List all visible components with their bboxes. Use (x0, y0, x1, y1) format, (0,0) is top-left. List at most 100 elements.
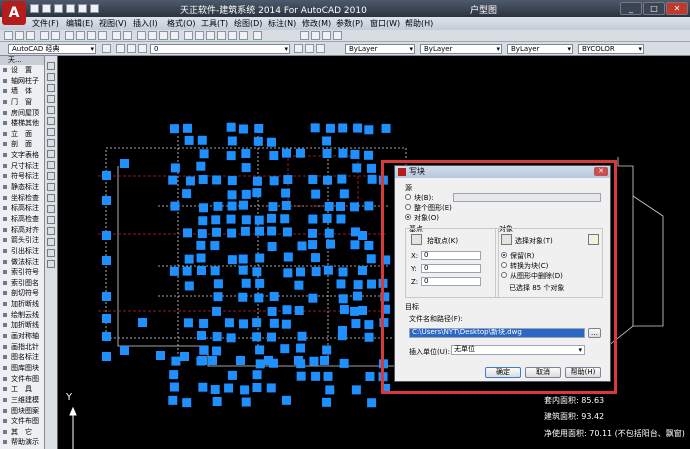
selection-grip[interactable] (283, 252, 293, 262)
menu-window[interactable]: 窗口(W) (370, 18, 400, 29)
selection-grip[interactable] (120, 346, 129, 355)
selection-grip[interactable] (311, 253, 321, 263)
palette-item[interactable]: 剖 面 (0, 139, 44, 150)
palette-item[interactable]: 房间屋顶 (0, 108, 44, 119)
polyline-icon[interactable] (47, 84, 55, 92)
selection-grip[interactable] (226, 333, 236, 343)
selection-grip[interactable] (338, 267, 348, 277)
selection-grip[interactable] (255, 359, 265, 369)
selection-grip[interactable] (196, 161, 206, 171)
selection-grip[interactable] (252, 188, 262, 198)
selection-grip[interactable] (102, 352, 111, 361)
selection-grip[interactable] (199, 318, 209, 328)
region-icon[interactable] (47, 238, 55, 246)
lineweight-select[interactable]: ByLayer (507, 44, 573, 54)
selection-grip[interactable] (282, 227, 292, 237)
redo-tool-icon[interactable] (123, 31, 132, 40)
multiline-text-icon[interactable] (47, 260, 55, 268)
selection-grip[interactable] (255, 278, 265, 288)
convert-to-block-radio[interactable] (501, 262, 507, 268)
selection-grip[interactable] (364, 125, 374, 135)
palette-item[interactable]: 尺寸标注 (0, 161, 44, 172)
layer-select[interactable]: 0 (150, 44, 290, 54)
selection-grip[interactable] (238, 200, 248, 210)
selection-grip[interactable] (297, 331, 307, 341)
selection-grip[interactable] (241, 215, 251, 225)
selection-grip[interactable] (240, 226, 250, 236)
selection-grip[interactable] (294, 356, 303, 365)
selection-grip[interactable] (297, 241, 307, 251)
palette-item[interactable]: 索引图名 (0, 278, 44, 289)
selection-grip[interactable] (211, 215, 221, 225)
selection-grip[interactable] (269, 151, 279, 161)
new-icon[interactable] (30, 4, 39, 13)
selection-grip[interactable] (267, 332, 277, 342)
palette-item[interactable]: 文字表格 (0, 150, 44, 161)
workspace-settings-icon[interactable] (102, 44, 111, 53)
selection-grip[interactable] (280, 214, 290, 224)
select-objects-icon[interactable] (501, 234, 512, 245)
selection-grip[interactable] (213, 279, 223, 289)
selection-grip[interactable] (280, 344, 290, 354)
spline-icon[interactable] (47, 150, 55, 158)
selection-grip[interactable] (102, 196, 111, 205)
close-button[interactable]: ✕ (666, 2, 688, 15)
selection-grip[interactable] (254, 215, 264, 225)
retain-radio[interactable] (501, 252, 507, 258)
selection-grip[interactable] (320, 356, 329, 365)
insert-block-icon[interactable] (47, 183, 55, 191)
selection-grip[interactable] (196, 330, 206, 340)
layer-previous2-icon[interactable] (305, 44, 314, 53)
gradient-icon[interactable] (47, 227, 55, 235)
selection-grip[interactable] (138, 318, 147, 327)
selection-grip[interactable] (236, 356, 245, 365)
selection-grip[interactable] (282, 305, 292, 315)
selection-grip[interactable] (322, 213, 332, 223)
redo-icon[interactable] (78, 4, 87, 13)
selection-grip[interactable] (212, 306, 222, 316)
selection-grip[interactable] (212, 346, 222, 356)
selection-grip[interactable] (210, 266, 220, 276)
selection-grip[interactable] (183, 318, 193, 328)
selection-grip[interactable] (308, 214, 318, 224)
selection-grip[interactable] (296, 343, 306, 353)
selection-grip[interactable] (308, 174, 318, 184)
point-icon[interactable] (47, 205, 55, 213)
selection-grip[interactable] (322, 136, 332, 146)
selection-grip[interactable] (364, 320, 374, 330)
selection-grip[interactable] (212, 396, 222, 406)
selection-grip[interactable] (102, 256, 111, 265)
selection-grip[interactable] (238, 124, 248, 134)
delete-from-drawing-radio[interactable] (501, 272, 507, 278)
workspace-select[interactable]: AutoCAD 经典 (8, 44, 96, 54)
selection-grip[interactable] (102, 231, 111, 240)
undo-tool-icon[interactable] (112, 31, 121, 40)
selection-grip[interactable] (351, 385, 361, 395)
selection-grip[interactable] (239, 319, 249, 329)
source-drawing-radio[interactable] (405, 204, 411, 210)
copy-icon[interactable] (76, 31, 85, 40)
selection-grip[interactable] (324, 228, 334, 238)
selection-grip[interactable] (338, 123, 348, 133)
palette-item[interactable]: 图名标注 (0, 352, 44, 363)
selection-grip[interactable] (364, 150, 374, 160)
selection-grip[interactable] (308, 293, 318, 303)
selection-grip[interactable] (267, 306, 277, 316)
table-style-icon[interactable] (322, 31, 331, 40)
selection-grip[interactable] (337, 174, 347, 184)
selection-grip[interactable] (323, 175, 333, 185)
selection-grip[interactable] (184, 254, 194, 264)
print-icon[interactable] (90, 4, 99, 13)
open-icon[interactable] (42, 4, 51, 13)
selection-grip[interactable] (213, 201, 223, 211)
selection-grip[interactable] (169, 266, 179, 276)
selection-grip[interactable] (295, 148, 305, 158)
selection-grip[interactable] (367, 398, 377, 408)
selection-grip[interactable] (367, 174, 377, 184)
qnew-icon[interactable] (4, 31, 13, 40)
selection-grip[interactable] (296, 371, 306, 381)
selection-grip[interactable] (252, 382, 262, 392)
selection-grip[interactable] (336, 279, 346, 289)
tool-palette-icon[interactable] (206, 31, 215, 40)
ellipse-icon[interactable] (47, 161, 55, 169)
